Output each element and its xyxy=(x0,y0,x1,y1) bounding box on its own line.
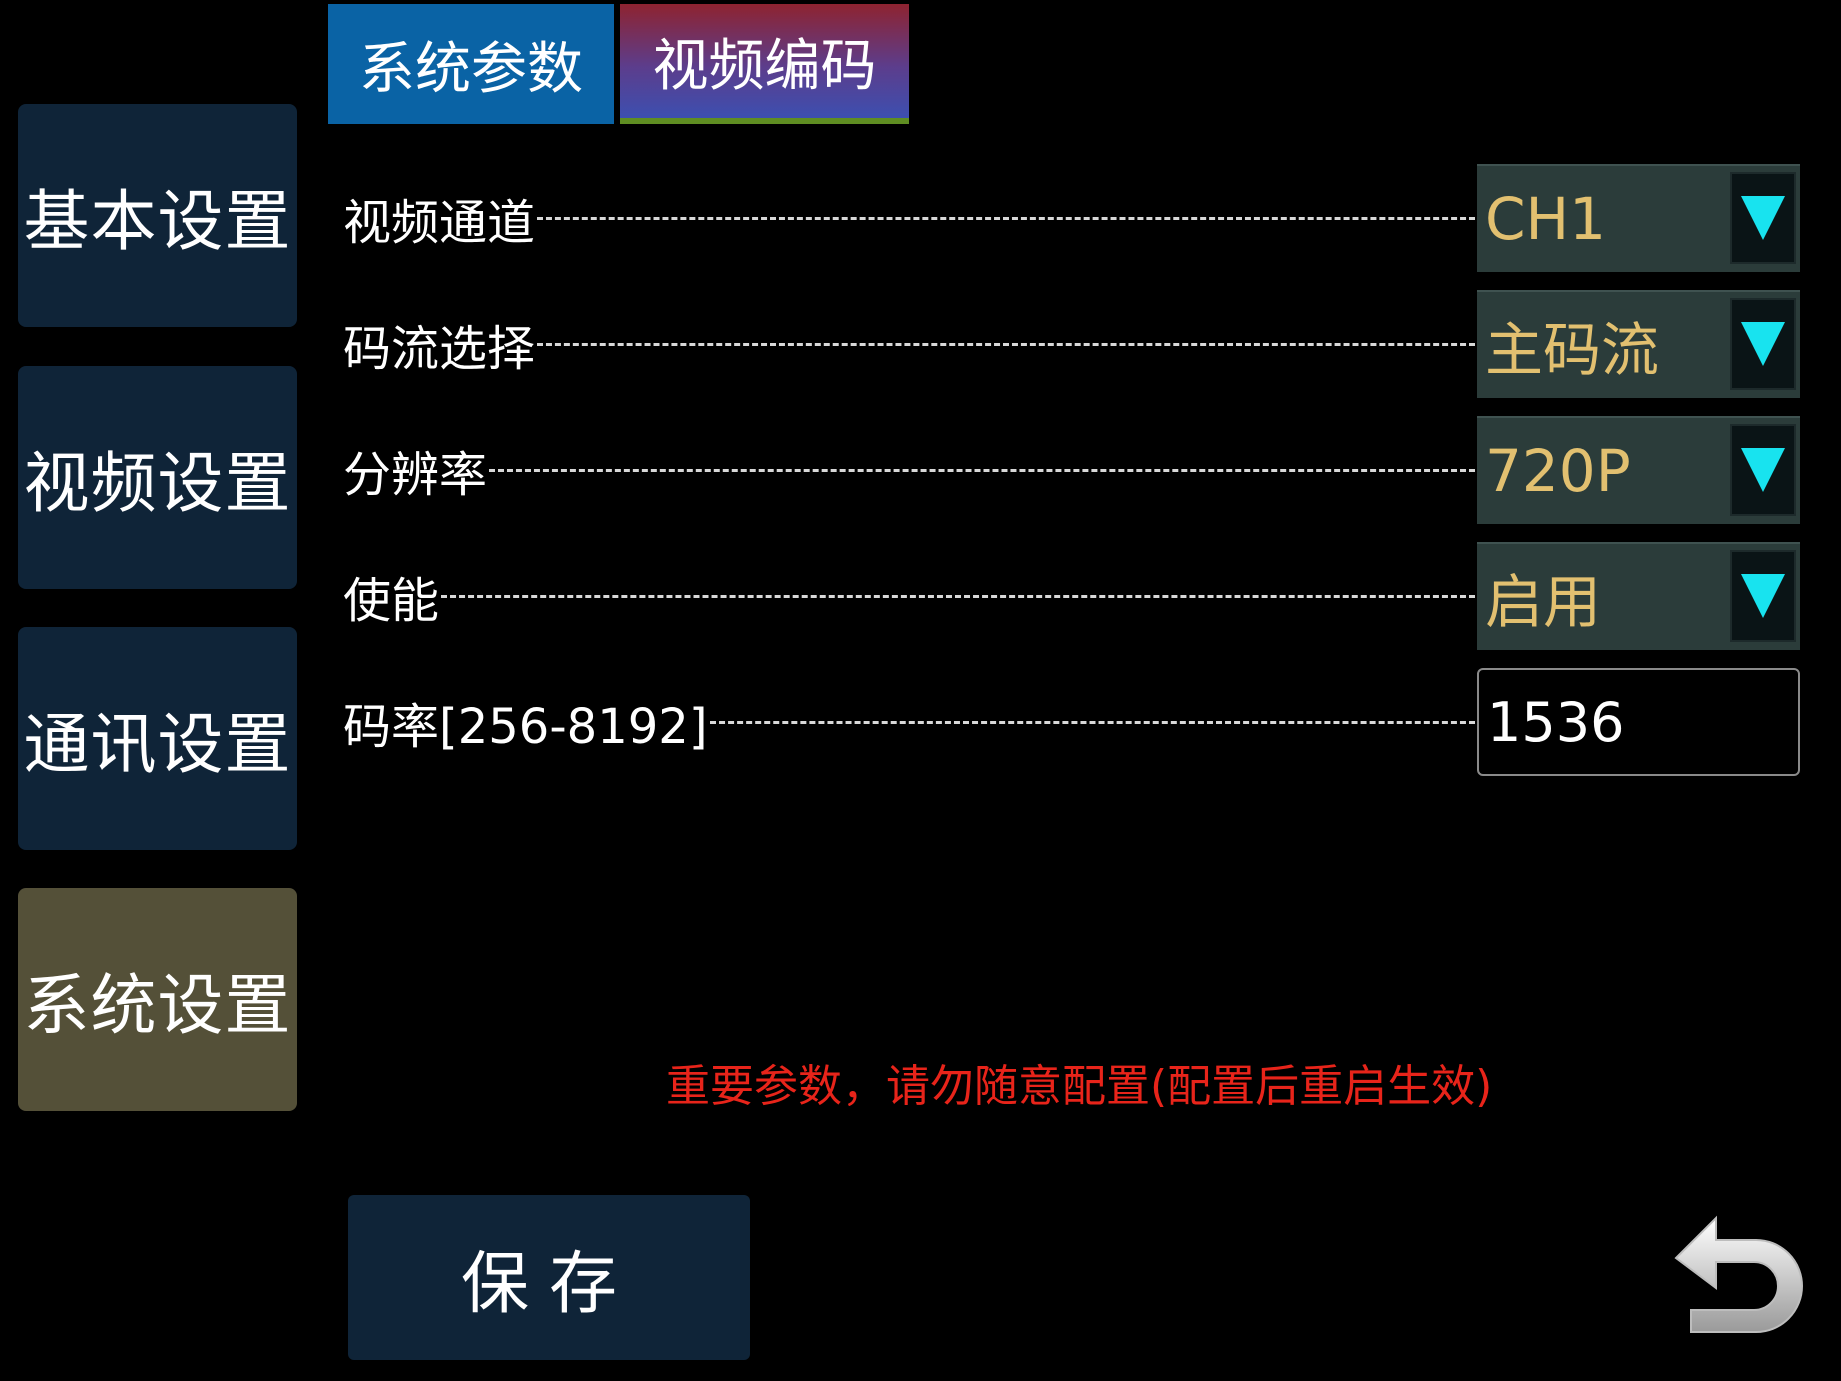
sidebar-item-label: 通讯设置 xyxy=(23,705,292,783)
dropdown-button[interactable] xyxy=(1730,550,1796,642)
bitrate-label: 码率[256-8192] xyxy=(343,699,708,755)
triangle-down-icon xyxy=(1741,196,1785,240)
channel-select[interactable]: CH1 xyxy=(1477,164,1800,272)
sidebar-item-label: 系统设置 xyxy=(23,966,292,1044)
tab-label: 系统参数 xyxy=(359,36,583,102)
back-button[interactable] xyxy=(1666,1210,1816,1360)
video-encode-settings-screen: 基本设置 视频设置 通讯设置 系统设置 系统参数 视频编码 视频通道 CH1 码… xyxy=(0,0,1841,1381)
triangle-down-icon xyxy=(1741,322,1785,366)
dropdown-button[interactable] xyxy=(1730,172,1796,264)
bitrate-row: 码率[256-8192] xyxy=(343,668,1800,776)
channel-row: 视频通道 CH1 xyxy=(343,164,1800,272)
stream-row: 码流选择 主码流 xyxy=(343,290,1800,398)
sidebar-item-system-settings[interactable]: 系统设置 xyxy=(18,888,297,1111)
enable-row: 使能 启用 xyxy=(343,542,1800,650)
dashed-leader xyxy=(441,594,1475,598)
resolution-value: 720P xyxy=(1485,437,1631,505)
dashed-leader xyxy=(709,720,1475,724)
stream-label: 码流选择 xyxy=(343,321,536,377)
triangle-down-icon xyxy=(1741,574,1785,618)
resolution-row: 分辨率 720P xyxy=(343,416,1800,524)
enable-label: 使能 xyxy=(343,573,440,629)
sidebar-item-communication-settings[interactable]: 通讯设置 xyxy=(18,627,297,850)
sidebar-item-basic-settings[interactable]: 基本设置 xyxy=(18,104,297,327)
tab-system-parameters[interactable]: 系统参数 xyxy=(328,4,614,124)
channel-label: 视频通道 xyxy=(343,195,536,251)
save-label: 保存 xyxy=(460,1245,637,1324)
return-arrow-icon xyxy=(1674,1215,1803,1333)
enable-value: 启用 xyxy=(1485,568,1602,636)
warning-text: 重要参数，请勿随意配置(配置后重启生效) xyxy=(666,1061,1493,1112)
tab-label: 视频编码 xyxy=(652,33,877,99)
bitrate-field[interactable] xyxy=(1477,668,1800,776)
dropdown-button[interactable] xyxy=(1730,298,1796,390)
dashed-leader xyxy=(537,342,1475,346)
triangle-down-icon xyxy=(1741,448,1785,492)
resolution-label: 分辨率 xyxy=(343,447,488,503)
enable-select[interactable]: 启用 xyxy=(1477,542,1800,650)
bitrate-input[interactable] xyxy=(1479,689,1798,755)
sidebar-item-label: 视频设置 xyxy=(23,444,292,522)
sidebar-item-label: 基本设置 xyxy=(23,182,292,260)
dashed-leader xyxy=(489,468,1475,472)
save-button[interactable]: 保存 xyxy=(348,1195,750,1360)
dashed-leader xyxy=(537,216,1475,220)
sidebar-item-video-settings[interactable]: 视频设置 xyxy=(18,366,297,589)
dropdown-button[interactable] xyxy=(1730,424,1796,516)
stream-value: 主码流 xyxy=(1485,316,1660,384)
channel-value: CH1 xyxy=(1485,185,1607,253)
tab-video-encoding[interactable]: 视频编码 xyxy=(620,4,909,124)
stream-select[interactable]: 主码流 xyxy=(1477,290,1800,398)
resolution-select[interactable]: 720P xyxy=(1477,416,1800,524)
